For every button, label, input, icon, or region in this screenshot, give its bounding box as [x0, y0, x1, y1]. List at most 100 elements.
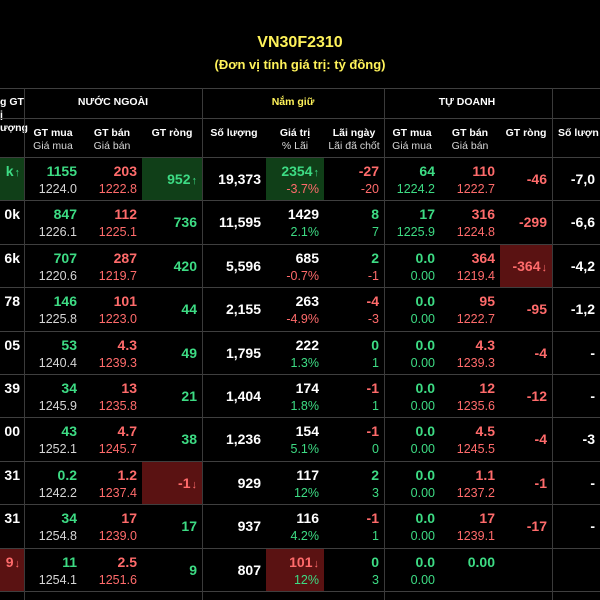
- value-nn_gia_ban: 1251.6: [98, 572, 137, 587]
- table-cell-nn_mua: 53 1240.4: [24, 332, 82, 374]
- value-nn_gia_ban: 1225.1: [98, 225, 137, 240]
- table-cell-ln: 01: [324, 332, 384, 374]
- table-cell-lp: 9↓: [0, 548, 24, 591]
- table-cell-nn_mua: 11 1254.1: [24, 549, 82, 591]
- table-cell-gt: 101↓ 12%: [266, 548, 324, 591]
- value-td_gia_mua: 0.00: [410, 572, 435, 587]
- value-ln: -1: [366, 510, 379, 527]
- value-td_mua: 17: [419, 206, 435, 223]
- value-pct: 12%: [293, 485, 319, 500]
- table-cell-td_ban: 17 1239.1: [440, 505, 500, 547]
- table-cell-sl: 1,795: [202, 332, 266, 374]
- value-td_ban: 316: [471, 206, 495, 223]
- table-cell-gt: 154 5.1%: [266, 418, 324, 460]
- table-cell-td_ban: 4.5 1245.5: [440, 418, 500, 460]
- value-sl: 2,155: [225, 301, 261, 318]
- value-pct: 2.1%: [290, 225, 320, 240]
- value-nn_mua: 34: [61, 510, 77, 527]
- table-cell-nn_rong: -1↓: [142, 461, 202, 505]
- value-pct: -4.9%: [286, 312, 319, 327]
- header-td-gt-rong: GT ròng: [505, 127, 547, 139]
- value-sl: 1,236: [225, 431, 261, 448]
- value-ln: -1: [366, 423, 379, 440]
- value-td_ban: 110: [472, 163, 495, 179]
- header-nn-gt-ban: GT bán Giá bán: [93, 127, 131, 152]
- value-gt: 1429: [287, 206, 319, 223]
- value-ldc: 1: [372, 355, 379, 370]
- value-nn_gia_ban: 1235.8: [98, 399, 137, 413]
- header-nn-gt-mua: GT mua Giá mua: [33, 127, 73, 152]
- value-ldc: -1: [367, 268, 379, 283]
- table-cell-td_mua: 0.0 0.00: [384, 288, 440, 330]
- table-cell-td_sl: [552, 549, 600, 591]
- value-lp: 00: [4, 423, 20, 440]
- table-cell-gt: 117 12%: [266, 462, 324, 504]
- value-nn_rong: 736: [173, 214, 197, 231]
- column-divider: [552, 88, 553, 600]
- value-nn_ban: 101: [113, 293, 137, 310]
- value-nn_gia_ban: 1239.3: [98, 355, 137, 370]
- left-partial-line-3: ượng: [0, 122, 28, 134]
- value-nn_ban: 203: [113, 163, 137, 179]
- value-nn_mua: 847: [53, 206, 77, 223]
- value-nn_gia_mua: 1240.4: [38, 355, 77, 370]
- value-nn_mua: 43: [61, 423, 77, 440]
- value-td_sl: -: [590, 518, 595, 535]
- table-cell-nn_ban: 17 1239.0: [82, 505, 142, 547]
- value-nn_gia_mua: 1225.8: [38, 312, 77, 327]
- value-nn_ban: 2.5: [117, 553, 137, 570]
- value-nn_rong: 952: [167, 171, 191, 187]
- value-nn_gia_mua: 1220.6: [38, 268, 77, 283]
- table-cell-td_rong: -4: [500, 332, 552, 374]
- value-td_ban: 12: [479, 380, 495, 396]
- table-cell-lp: 00: [0, 418, 24, 460]
- value-sl: 11,595: [218, 214, 261, 231]
- value-nn_rong: 21: [181, 388, 197, 404]
- header-gia-tri: Giá trị% Lãi: [279, 127, 311, 152]
- value-lp: 78: [4, 293, 20, 310]
- value-ldc: 0: [372, 442, 379, 457]
- value-nn_ban: 287: [113, 249, 137, 266]
- value-pct: 1.3%: [290, 355, 320, 370]
- value-ln: -4: [366, 293, 379, 310]
- value-td_gia_ban: 1237.2: [456, 485, 495, 500]
- value-td_rong: -1: [534, 474, 547, 491]
- table-cell-nn_mua: 847 1226.1: [24, 201, 82, 243]
- header-td-gt-ban: GT bán Giá bán: [451, 127, 489, 152]
- table-cell-ln: 2 -1: [324, 245, 384, 287]
- value-td_gia_mua: 0.00: [410, 355, 435, 370]
- value-ldc: 1: [372, 529, 379, 544]
- value-td_ban: 17: [479, 510, 495, 527]
- table-cell-nn_rong: 9: [142, 549, 202, 591]
- value-lp: 31: [4, 510, 20, 527]
- value-td_gia_mua: 0.00: [410, 529, 435, 544]
- table-cell-td_rong: -12: [500, 375, 552, 417]
- table-cell-td_sl: -7,0: [552, 158, 600, 200]
- value-nn_rong: -1: [178, 474, 191, 491]
- table-cell-gt: 263 -4.9%: [266, 288, 324, 330]
- value-td_mua: 0.0: [415, 466, 435, 483]
- table-cell-nn_mua: 0.2 1242.2: [24, 462, 82, 504]
- column-header-left-partial: g GT ị ượng: [0, 96, 28, 135]
- value-nn_gia_mua: 1224.0: [38, 182, 77, 196]
- table-cell-ln: -1 1: [324, 375, 384, 417]
- value-td_gia_ban: 1239.1: [456, 529, 495, 544]
- table-cell-sl: 5,596: [202, 245, 266, 287]
- value-td_sl: -4,2: [570, 257, 595, 274]
- value-ldc: 7: [372, 225, 379, 240]
- table-cell-lp: 39: [0, 375, 24, 417]
- table-cell-td_rong: -46: [500, 158, 552, 200]
- header-lai-ngay: Lãi ngày Lãi đã chốt: [328, 127, 380, 152]
- table-cell-nn_rong: 420: [142, 245, 202, 287]
- value-td_rong: -4: [534, 344, 547, 361]
- table-cell-ln: -1 0: [324, 418, 384, 460]
- value-td_gia_mua: 0.00: [410, 442, 435, 457]
- table-cell-td_ban: 316 1224.8: [440, 201, 500, 243]
- table-cell-td_mua: 0.0 0.00: [384, 462, 440, 504]
- value-td_gia_ban: 1222.7: [456, 182, 495, 196]
- value-nn_gia_mua: 1254.1: [38, 572, 77, 587]
- table-cell-nn_mua: 43 1252.1: [24, 418, 82, 460]
- table-cell-lp: 31: [0, 462, 24, 504]
- table-cell-td_sl: -4,2: [552, 245, 600, 287]
- value-nn_gia_mua: 1245.9: [38, 399, 77, 413]
